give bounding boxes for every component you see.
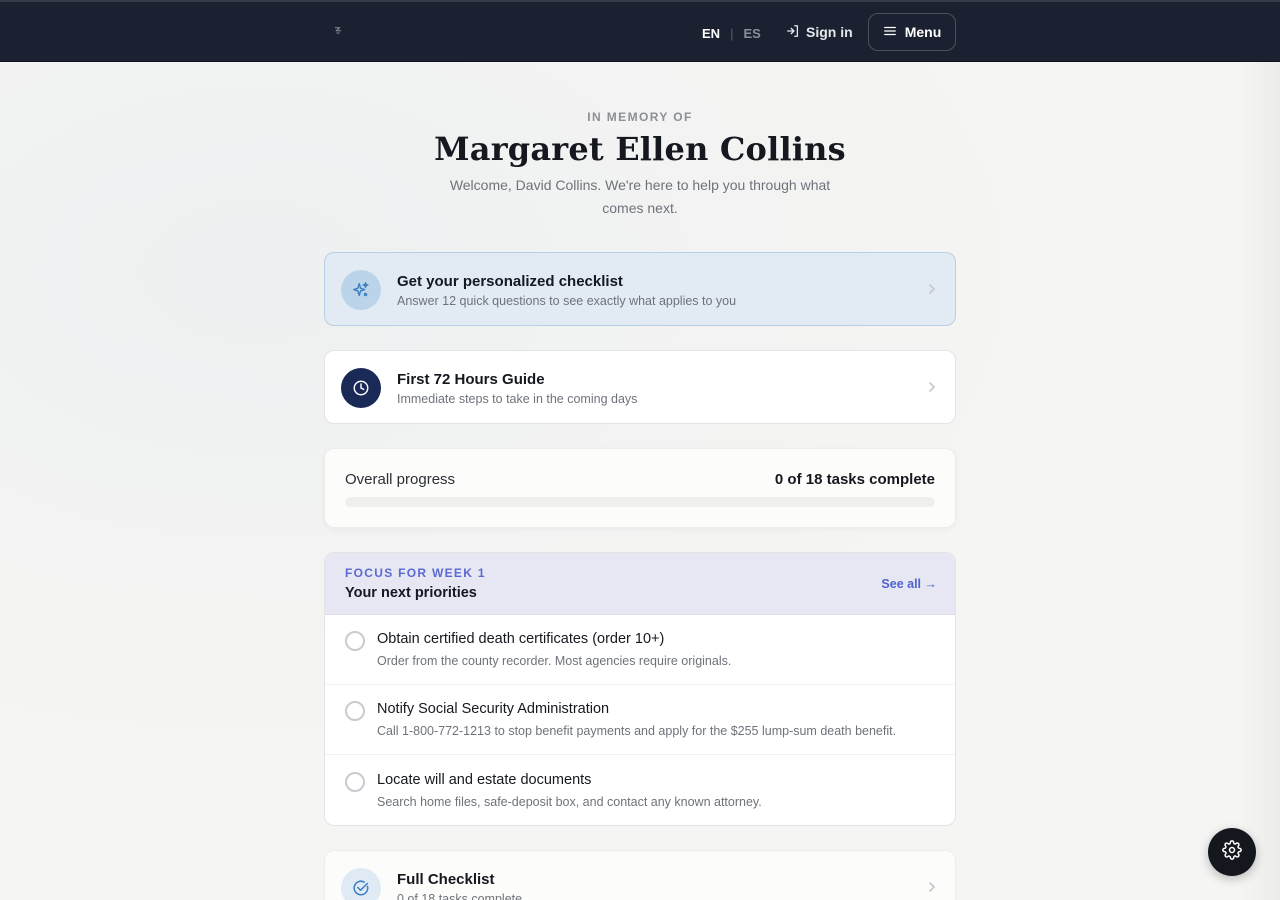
task-title: Obtain certified death certificates (ord… [377,631,665,647]
cta-title: Get your personalized checklist [397,273,623,290]
chevron-right-icon [927,880,937,894]
task-description: Search home files, safe-deposit box, and… [377,795,762,809]
welcome-message: Welcome, David Collins. We're here to he… [449,177,831,216]
deceased-name-title: Margaret Ellen Collins [434,130,846,168]
menu-button[interactable]: Menu [868,13,956,51]
task-item[interactable]: Obtain certified death certificates (ord… [325,615,955,685]
focus-header: FOCUS FOR WEEK 1 Your next priorities Se… [325,553,955,615]
clock-icon [341,368,381,408]
personalized-checklist-card[interactable]: Get your personalized checklist Answer 1… [324,252,956,326]
task-item[interactable]: Locate will and estate documents Search … [325,756,955,825]
sign-in-label: Sign in [806,24,853,40]
check-circle-icon [341,868,381,900]
sign-in-link[interactable]: Sign in [786,22,853,42]
task-item[interactable]: Notify Social Security Administration Ca… [325,685,955,755]
task-checkbox[interactable] [345,701,365,721]
logo-icon[interactable] [330,24,346,40]
menu-label: Menu [904,24,942,40]
task-description: Order from the county recorder. Most age… [377,654,732,668]
top-navigation-bar: EN | ES Sign in Menu [0,0,1280,62]
progress-count: 0 of 18 tasks complete [774,471,935,488]
sign-in-icon [786,24,800,41]
guide-title: First 72 Hours Guide [397,371,545,388]
full-checklist-card[interactable]: Full Checklist 0 of 18 tasks complete [324,850,956,900]
full-checklist-subtitle: 0 of 18 tasks complete [397,892,523,900]
chevron-right-icon [927,380,937,394]
gear-icon [1222,839,1242,865]
task-title: Locate will and estate documents [377,772,592,788]
settings-button[interactable] [1208,828,1256,876]
focus-eyebrow: FOCUS FOR WEEK 1 [345,566,486,580]
progress-label: Overall progress [345,471,456,488]
memorial-eyebrow: IN MEMORY OF [587,110,693,124]
scroll-shade [1240,62,1280,900]
lang-es-option[interactable]: ES [743,26,760,41]
lang-separator: | [730,25,734,41]
focus-title: Your next priorities [345,585,477,601]
chevron-right-icon [927,282,937,296]
first-72-hours-card[interactable]: First 72 Hours Guide Immediate steps to … [324,350,956,424]
week-focus-card: FOCUS FOR WEEK 1 Your next priorities Se… [324,552,956,826]
guide-subtitle: Immediate steps to take in the coming da… [397,392,638,406]
hamburger-icon [883,24,897,41]
progress-bar [345,497,935,507]
language-switcher: EN | ES [702,24,761,42]
full-checklist-title: Full Checklist [397,871,495,888]
task-checkbox[interactable] [345,772,365,792]
task-checkbox[interactable] [345,631,365,651]
see-all-link[interactable]: See all → [881,577,937,591]
overall-progress-card: Overall progress 0 of 18 tasks complete [324,448,956,528]
lang-en-option[interactable]: EN [702,26,720,41]
task-description: Call 1-800-772-1213 to stop benefit paym… [377,724,897,738]
cta-subtitle: Answer 12 quick questions to see exactly… [397,294,737,308]
sparkles-icon [341,270,381,310]
task-title: Notify Social Security Administration [377,701,610,717]
